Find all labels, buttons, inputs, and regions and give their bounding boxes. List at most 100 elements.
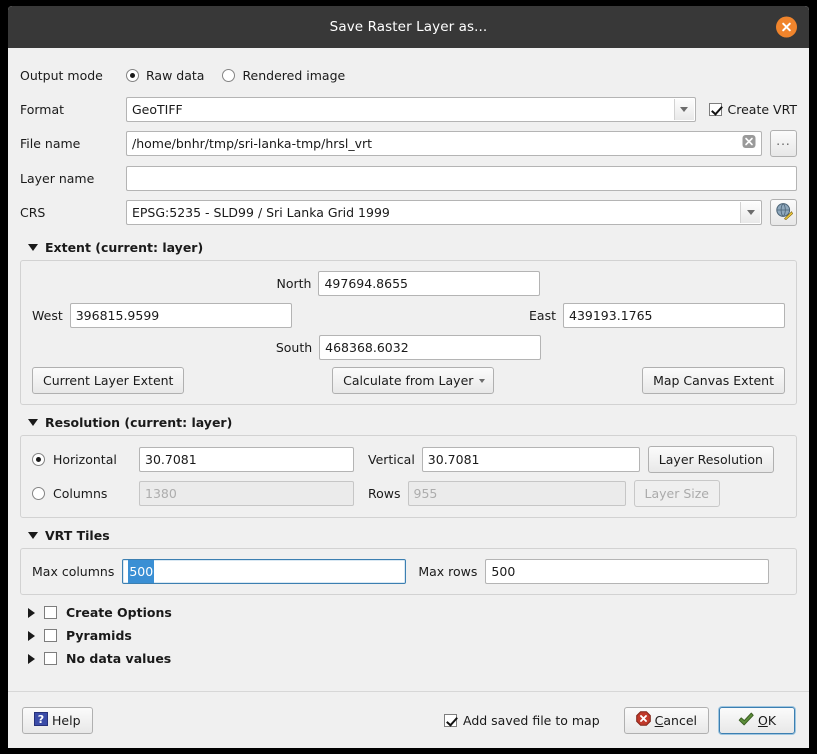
extent-south-value: 468368.6032 (325, 340, 409, 355)
browse-file-button[interactable]: ... (770, 130, 797, 157)
create-options-label: Create Options (66, 605, 172, 620)
triangle-right-icon[interactable] (28, 653, 35, 664)
format-label: Format (20, 101, 65, 117)
dialog-button-bar: ? Help Add saved file to map Cancel OK (8, 692, 809, 748)
triangle-right-icon[interactable] (28, 630, 35, 641)
format-combobox[interactable]: GeoTIFF (126, 96, 696, 122)
layer-size-button: Layer Size (633, 480, 720, 507)
extent-buttons-row: Current Layer Extent Calculate from Laye… (32, 367, 785, 394)
extent-group-frame: North 497694.8655 West 396815.9599 East (20, 260, 797, 405)
vrt-tiles-row: Max columns 500 Max rows 500 (32, 559, 785, 584)
resolution-group-header[interactable]: Resolution (current: layer) (28, 415, 797, 430)
extent-east-value: 439193.1765 (569, 308, 653, 323)
crs-globe-icon (775, 202, 793, 223)
crs-row: CRS EPSG:5235 - SLD99 / Sri Lanka Grid 1… (20, 199, 797, 226)
save-raster-layer-dialog: Save Raster Layer as... Output mode Raw … (8, 6, 809, 748)
crs-combobox[interactable]: EPSG:5235 - SLD99 / Sri Lanka Grid 1999 (126, 200, 762, 225)
resolution-horizontal-row: Horizontal 30.7081 Vertical 30.7081 Laye… (32, 446, 785, 473)
svg-text:?: ? (38, 713, 44, 726)
extent-north-value: 497694.8655 (324, 276, 408, 291)
help-question-icon: ? (34, 711, 48, 729)
add-saved-file-to-map-group[interactable]: Add saved file to map (443, 712, 600, 728)
calculate-from-layer-button[interactable]: Calculate from Layer (332, 367, 495, 394)
no-data-values-checkbox[interactable] (44, 652, 57, 665)
extent-west-value: 396815.9599 (75, 308, 160, 323)
output-mode-raw-data[interactable]: Raw data (126, 68, 204, 83)
output-mode-rendered-image[interactable]: Rendered image (222, 68, 345, 83)
resolution-rows-input: 955 (407, 481, 626, 506)
dialog-content: Output mode Raw data Rendered image Form… (8, 48, 809, 691)
resolution-group-title: Resolution (current: layer) (45, 415, 233, 430)
extent-south-label: South (275, 340, 313, 355)
radio-raw-data-label: Raw data (146, 67, 205, 83)
crs-select-button[interactable] (770, 199, 797, 226)
extent-group-header[interactable]: Extent (current: layer) (28, 240, 797, 255)
file-name-row: File name /home/bnhr/tmp/sri-lanka-tmp/h… (20, 130, 797, 157)
radio-rendered-image-label: Rendered image (242, 67, 346, 83)
ok-button[interactable]: OK (719, 706, 795, 734)
layer-name-row: Layer name (20, 165, 797, 191)
resolution-vertical-label: Vertical (368, 452, 415, 467)
extent-north-input[interactable]: 497694.8655 (318, 271, 541, 296)
extent-west-east-row: West 396815.9599 East 439193.1765 (32, 303, 785, 328)
max-rows-value: 500 (491, 564, 516, 579)
triangle-down-icon[interactable] (28, 419, 38, 426)
resolution-horizontal-input[interactable]: 30.7081 (139, 447, 354, 472)
crs-value: EPSG:5235 - SLD99 / Sri Lanka Grid 1999 (132, 205, 390, 220)
no-data-values-label: No data values (66, 651, 172, 666)
file-name-value: /home/bnhr/tmp/sri-lanka-tmp/hrsl_vrt (132, 136, 373, 151)
cancel-x-icon (635, 711, 651, 729)
radio-resolution-columns[interactable] (32, 487, 45, 500)
resolution-columns-label: Columns (53, 486, 108, 501)
cancel-button[interactable]: Cancel (623, 706, 709, 734)
chevron-down-icon[interactable] (479, 379, 486, 383)
layer-resolution-button[interactable]: Layer Resolution (647, 446, 774, 473)
output-mode-row: Output mode Raw data Rendered image (20, 62, 797, 88)
dialog-titlebar: Save Raster Layer as... (8, 6, 809, 48)
chevron-down-icon[interactable] (740, 202, 760, 223)
vrt-tiles-group-header[interactable]: VRT Tiles (28, 528, 797, 543)
extent-east-input[interactable]: 439193.1765 (563, 303, 785, 328)
extent-west-input[interactable]: 396815.9599 (69, 303, 292, 328)
file-name-input[interactable]: /home/bnhr/tmp/sri-lanka-tmp/hrsl_vrt (126, 131, 762, 156)
max-columns-input[interactable]: 500 (122, 559, 407, 584)
layer-name-input[interactable] (126, 165, 797, 191)
extent-group-title: Extent (current: layer) (45, 240, 204, 255)
pyramids-section-header[interactable]: Pyramids (28, 628, 797, 643)
clear-x-icon[interactable] (742, 132, 756, 155)
dialog-title: Save Raster Layer as... (329, 19, 488, 35)
extent-north-label: North (276, 276, 312, 291)
radio-resolution-horizontal[interactable] (32, 453, 45, 466)
create-vrt-label: Create VRT (727, 101, 797, 117)
help-button-label: Help (52, 712, 81, 728)
map-canvas-extent-button[interactable]: Map Canvas Extent (642, 367, 785, 394)
calculate-from-layer-label: Calculate from Layer (343, 373, 474, 388)
resolution-rows-label: Rows (368, 486, 401, 501)
triangle-down-icon[interactable] (28, 532, 38, 539)
extent-south-input[interactable]: 468368.6032 (319, 335, 542, 360)
pyramids-checkbox[interactable] (44, 629, 57, 642)
help-button[interactable]: ? Help (22, 706, 93, 734)
resolution-vertical-input[interactable]: 30.7081 (421, 447, 640, 472)
create-vrt-checkbox[interactable] (708, 102, 722, 116)
ok-button-label: OK (757, 712, 777, 728)
current-layer-extent-button[interactable]: Current Layer Extent (32, 367, 185, 394)
chevron-down-icon[interactable] (673, 98, 694, 120)
resolution-columns-value: 1380 (145, 486, 177, 501)
resolution-columns-input: 1380 (139, 481, 354, 506)
max-rows-input[interactable]: 500 (485, 559, 770, 584)
triangle-down-icon[interactable] (28, 244, 38, 251)
triangle-right-icon[interactable] (28, 607, 35, 618)
close-circle-icon[interactable] (776, 16, 797, 38)
radio-raw-data[interactable] (126, 68, 139, 82)
create-vrt-checkbox-group[interactable]: Create VRT (708, 101, 797, 117)
resolution-vertical-value: 30.7081 (427, 452, 480, 467)
create-options-section-header[interactable]: Create Options (28, 605, 797, 620)
file-name-label: File name (20, 136, 81, 151)
radio-rendered-image[interactable] (222, 68, 236, 82)
extent-south-row: South 468368.6032 (32, 335, 785, 360)
add-saved-file-to-map-label: Add saved file to map (462, 712, 600, 728)
add-saved-file-to-map-checkbox[interactable] (443, 713, 457, 727)
no-data-values-section-header[interactable]: No data values (28, 651, 797, 666)
create-options-checkbox[interactable] (44, 606, 57, 619)
